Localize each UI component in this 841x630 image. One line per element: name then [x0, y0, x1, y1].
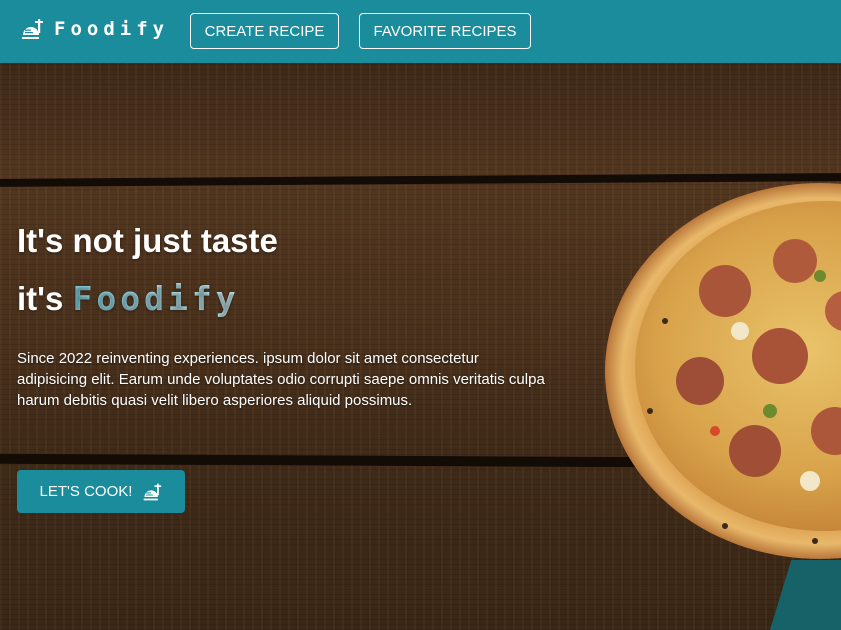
- hero-headline: It's not just taste: [17, 222, 278, 259]
- brand-logo[interactable]: Foodify: [20, 17, 169, 41]
- brand-name: Foodify: [54, 18, 170, 40]
- lets-cook-button[interactable]: LET'S COOK!: [17, 470, 185, 513]
- navbar: Foodify CREATE RECIPE FAVORITE RECIPES: [0, 0, 841, 63]
- food-tray-icon: [144, 483, 162, 500]
- hero-section: It's not just taste it's Foodify Since 2…: [0, 63, 841, 630]
- favorite-recipes-button[interactable]: FAVORITE RECIPES: [359, 13, 531, 49]
- create-recipe-button[interactable]: CREATE RECIPE: [190, 13, 339, 49]
- hero-subheadline: it's Foodify: [17, 279, 240, 318]
- cta-label: LET'S COOK!: [39, 483, 133, 500]
- headline-brand-accent: Foodify: [72, 279, 240, 318]
- food-tray-icon: [22, 19, 43, 39]
- hero-description: Since 2022 reinventing experiences. ipsu…: [17, 350, 545, 409]
- headline-prefix: it's: [17, 280, 73, 317]
- pizza-image: [605, 183, 841, 559]
